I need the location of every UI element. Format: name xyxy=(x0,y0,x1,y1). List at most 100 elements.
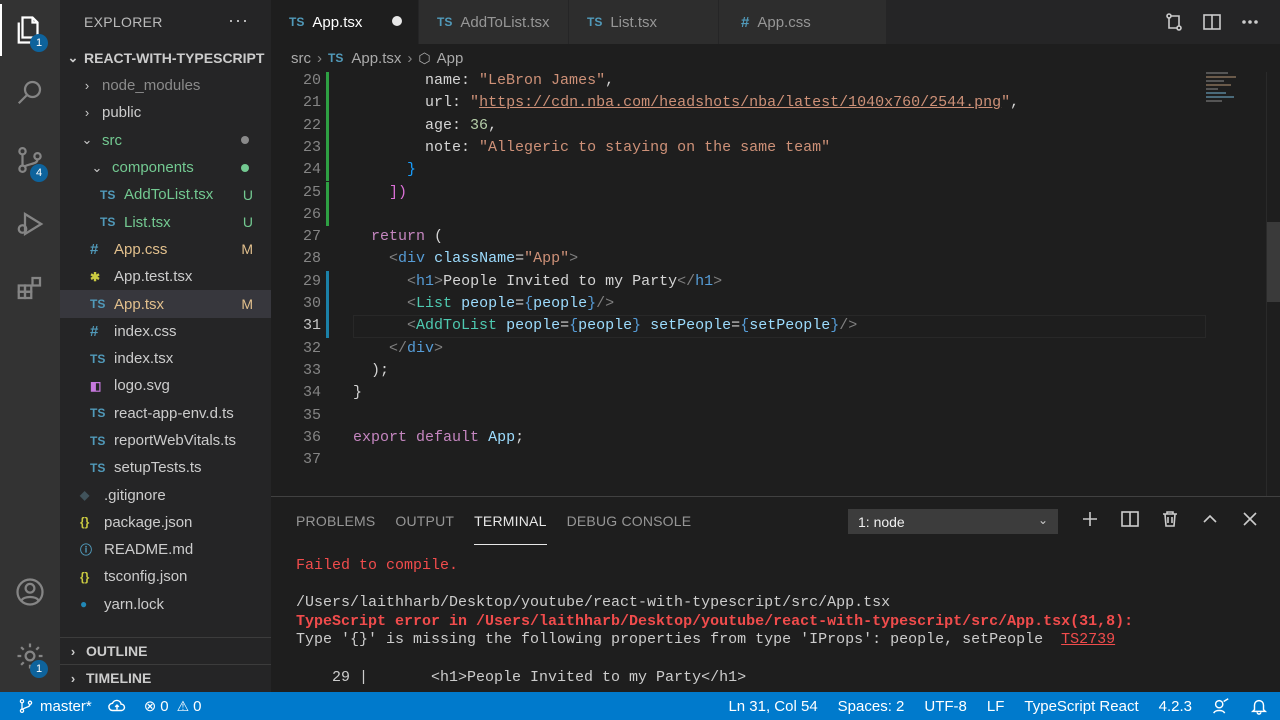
tree-item[interactable]: TS App.tsx M xyxy=(60,290,271,318)
line-number: 31 xyxy=(302,317,321,335)
split-editor-icon[interactable] xyxy=(1202,12,1222,32)
language-mode[interactable]: TypeScript React xyxy=(1024,698,1138,715)
tab-output[interactable]: OUTPUT xyxy=(395,497,454,545)
project-folder-header[interactable]: ⌄ REACT-WITH-TYPESCRIPT xyxy=(60,44,271,72)
tree-item-label: List.tsx xyxy=(124,213,171,231)
project-name: REACT-WITH-TYPESCRIPT xyxy=(84,50,265,66)
tree-item[interactable]: › public xyxy=(60,99,271,126)
code-token: "Allegeric to staying on the same team" xyxy=(479,138,831,156)
git-branch[interactable]: master* xyxy=(18,698,92,715)
breadcrumb-file[interactable]: App.tsx xyxy=(351,50,401,67)
tree-item[interactable]: {} package.json xyxy=(60,509,271,536)
code-text: ); xyxy=(353,360,389,382)
accounts-icon[interactable] xyxy=(0,566,60,618)
terminal-line: Type '{}' is missing the following prope… xyxy=(296,631,1116,649)
tab-problems[interactable]: PROBLEMS xyxy=(296,497,375,545)
close-icon[interactable] xyxy=(1240,509,1260,529)
added-gutter-marker xyxy=(326,203,329,227)
tree-item[interactable]: ◧ logo.svg xyxy=(60,372,271,399)
added-gutter-marker xyxy=(326,114,329,137)
git-status-badge: U xyxy=(242,186,253,203)
indentation[interactable]: Spaces: 2 xyxy=(838,698,905,715)
minimap[interactable] xyxy=(1206,72,1266,132)
tree-item[interactable]: ● yarn.lock xyxy=(60,591,271,618)
sync-button[interactable] xyxy=(107,697,126,715)
explorer-icon[interactable]: 1 xyxy=(0,4,60,56)
end-of-line[interactable]: LF xyxy=(987,698,1005,715)
css-file-icon: # xyxy=(90,322,99,340)
tree-item[interactable]: › node_modules xyxy=(60,72,271,99)
line-number: 20 xyxy=(302,72,321,89)
tree-item[interactable]: {} tsconfig.json xyxy=(60,563,271,590)
feedback-icon[interactable] xyxy=(1212,697,1230,715)
trash-icon[interactable] xyxy=(1160,509,1180,529)
tree-item[interactable]: TS List.tsx U xyxy=(60,208,271,235)
more-actions-button[interactable]: ··· xyxy=(228,10,249,31)
extensions-icon[interactable] xyxy=(0,262,60,314)
new-terminal-icon[interactable] xyxy=(1080,509,1100,529)
code-token: div xyxy=(398,250,426,268)
split-terminal-icon[interactable] xyxy=(1120,509,1140,529)
line-number: 33 xyxy=(302,361,321,379)
tree-item[interactable]: TS react-app-env.d.ts xyxy=(60,400,271,427)
code-editor[interactable]: 20 name: "LeBron James", 21 url: "https:/… xyxy=(271,72,1280,496)
line-number: 34 xyxy=(302,384,321,402)
unsaved-dot-icon[interactable] xyxy=(392,16,402,26)
tab-app-tsx[interactable]: TS App.tsx xyxy=(271,0,419,44)
tree-item[interactable]: ⌄ src xyxy=(60,127,271,154)
more-icon[interactable] xyxy=(1240,12,1260,32)
line-number: 22 xyxy=(302,116,321,134)
tree-item[interactable]: ◆ .gitignore xyxy=(60,481,271,508)
tab-list-tsx[interactable]: TS List.tsx xyxy=(569,0,719,44)
tree-item[interactable]: ⌄ components xyxy=(60,154,271,181)
tab-addtolist-tsx[interactable]: TS AddToList.tsx xyxy=(419,0,569,44)
tree-item-label: AddToList.tsx xyxy=(124,186,214,204)
error-icon: ⊗ xyxy=(143,698,157,715)
tree-item-label: components xyxy=(112,159,194,177)
tab-label: List.tsx xyxy=(610,13,658,31)
search-icon[interactable] xyxy=(0,66,60,118)
outline-section[interactable]: › OUTLINE xyxy=(60,637,271,664)
open-changes-icon[interactable] xyxy=(1164,12,1184,32)
code-token: > xyxy=(434,339,444,357)
terminal-select[interactable]: 1: node ⌄ xyxy=(848,509,1058,534)
modified-dot-icon xyxy=(241,163,249,172)
tree-item-label: README.md xyxy=(104,541,194,559)
tree-item-label: src xyxy=(102,131,122,149)
chevron-down-icon: ⌄ xyxy=(67,50,79,65)
breadcrumb-symbol[interactable]: App xyxy=(437,50,464,67)
cursor-position[interactable]: Ln 31, Col 54 xyxy=(728,698,817,715)
tree-item[interactable]: # App.css M xyxy=(60,236,271,263)
settings-badge: 1 xyxy=(30,660,48,678)
tab-app-css[interactable]: # App.css xyxy=(719,0,887,44)
status-bar: master* ⊗ 0 ⚠ 0 Ln 31, Col 54 Spaces: 2 … xyxy=(0,692,1280,720)
tree-item[interactable]: TS index.tsx xyxy=(60,345,271,372)
tree-item[interactable]: TS reportWebVitals.ts xyxy=(60,427,271,454)
notifications-bell-icon[interactable] xyxy=(1250,697,1268,715)
breadcrumb-folder[interactable]: src xyxy=(291,50,311,67)
code-token: = xyxy=(515,295,525,312)
line-number: 27 xyxy=(302,228,321,246)
tree-item[interactable]: # index.css xyxy=(60,318,271,345)
tree-item[interactable]: TS AddToList.tsx U xyxy=(60,181,271,208)
tab-debug-console[interactable]: DEBUG CONSOLE xyxy=(567,497,692,545)
tree-item[interactable]: TS setupTests.ts xyxy=(60,454,271,481)
added-gutter-marker xyxy=(326,72,329,93)
problems-indicator[interactable]: ⊗ 0 ⚠ 0 xyxy=(143,697,202,716)
run-debug-icon[interactable] xyxy=(0,198,60,250)
settings-gear-icon[interactable]: 1 xyxy=(0,630,60,682)
encoding[interactable]: UTF-8 xyxy=(924,698,967,715)
source-control-icon[interactable]: 4 xyxy=(0,134,60,186)
code-token: > xyxy=(713,272,723,290)
git-status-badge: U xyxy=(242,214,253,231)
timeline-section[interactable]: › TIMELINE xyxy=(60,664,271,691)
line-number: 21 xyxy=(302,94,321,112)
maximize-panel-icon[interactable] xyxy=(1200,509,1220,529)
typescript-version[interactable]: 4.2.3 xyxy=(1159,698,1192,715)
editor-scrollbar[interactable] xyxy=(1266,72,1280,496)
code-token: 36 xyxy=(470,116,489,134)
tree-item[interactable]: ⓘ README.md xyxy=(60,536,271,563)
tab-terminal[interactable]: TERMINAL xyxy=(474,497,547,545)
tree-item[interactable]: ✱ App.test.tsx xyxy=(60,263,271,290)
terminal-output[interactable]: Failed to compile. /Users/laithharb/Desk… xyxy=(296,557,1266,687)
